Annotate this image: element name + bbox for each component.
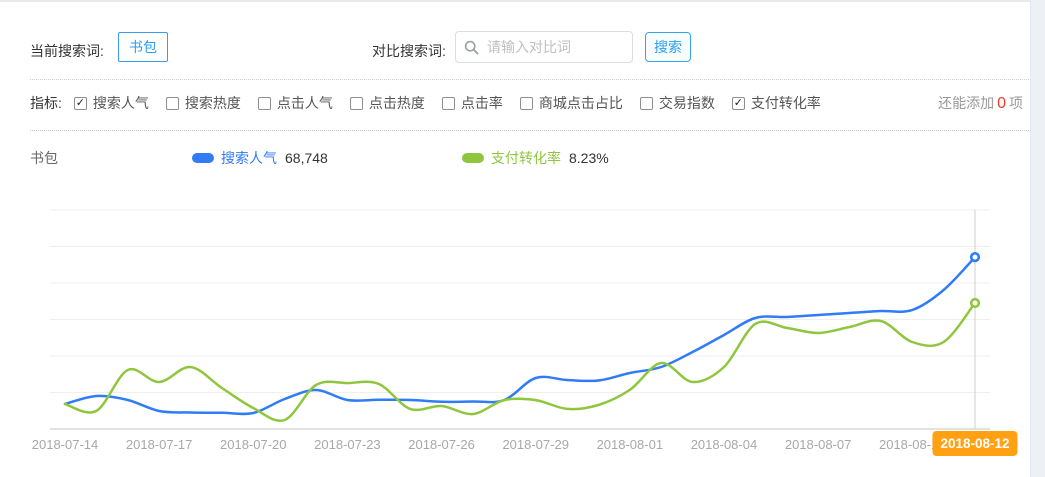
keyword-trend-analysis-page: 当前搜索词: 书包 对比搜索词: 搜索 指标: ✓ 搜索人气 搜索热度 点击人气 点击热… [0, 0, 1045, 477]
metrics-row: 指标: ✓ 搜索人气 搜索热度 点击人气 点击热度 点击率 商城点击占比 交易指数 ✓ 支付转化率… [30, 93, 1023, 113]
x-axis-label: 2018-07-17 [114, 437, 204, 452]
chart-canvas[interactable] [0, 190, 1045, 477]
legend-item-payment-conversion[interactable]: 支付转化率 8.23% [462, 148, 609, 168]
compare-input[interactable] [485, 38, 624, 56]
x-axis-label: 2018-08-07 [773, 437, 863, 452]
endpoint-marker [971, 299, 979, 307]
legend-name: 支付转化率 [491, 148, 561, 168]
metric-label: 交易指数 [659, 93, 715, 113]
compare-input-wrap[interactable] [455, 31, 633, 63]
metric-checkbox-item[interactable]: ✓ 搜索人气 [74, 93, 149, 113]
metric-label: 搜索热度 [185, 93, 241, 113]
checkbox-unchecked-icon[interactable] [258, 97, 271, 110]
x-axis-label: 2018-07-26 [397, 437, 487, 452]
page-background-strip [1030, 0, 1045, 477]
metric-label: 商城点击占比 [539, 93, 623, 113]
checkbox-checked-icon[interactable]: ✓ [74, 97, 87, 110]
axis-pointer-badge: 2018-08-12 [932, 431, 1017, 456]
current-search-label: 当前搜索词: [30, 41, 104, 61]
trend-chart[interactable]: 2018-07-14 2018-07-17 2018-07-20 2018-07-23… [0, 190, 1045, 477]
x-axis-label: 2018-07-23 [302, 437, 392, 452]
legend-name: 搜索人气 [221, 148, 277, 168]
metric-checkbox-item[interactable]: 交易指数 [640, 93, 715, 113]
metrics-label: 指标: [30, 93, 62, 113]
series-line-search-popularity [65, 257, 975, 414]
metric-label: 点击人气 [277, 93, 333, 113]
remaining-prefix: 还能添加 [938, 95, 994, 111]
metric-list: ✓ 搜索人气 搜索热度 点击人气 点击热度 点击率 商城点击占比 交易指数 ✓ 支付转化率 [74, 93, 821, 113]
dotted-divider [30, 130, 1029, 131]
metric-label: 搜索人气 [93, 93, 149, 113]
metric-label: 支付转化率 [751, 93, 821, 113]
dotted-divider [30, 79, 1029, 80]
checkbox-checked-icon[interactable]: ✓ [732, 97, 745, 110]
remaining-add-text: 还能添加0项 [938, 93, 1023, 113]
legend-item-search-popularity[interactable]: 搜索人气 68,748 [192, 148, 328, 168]
x-axis-label: 2018-07-29 [491, 437, 581, 452]
x-axis-label: 2018-07-20 [208, 437, 298, 452]
legend-value: 68,748 [285, 150, 328, 166]
legend-row: 书包 搜索人气 68,748 支付转化率 8.23% [0, 148, 1045, 168]
current-term-button[interactable]: 书包 [118, 32, 168, 62]
metric-checkbox-item[interactable]: 商城点击占比 [520, 93, 623, 113]
keyword-label: 书包 [30, 148, 58, 168]
x-axis-label: 2018-07-14 [20, 437, 110, 452]
legend-swatch [462, 153, 484, 163]
checkbox-unchecked-icon[interactable] [520, 97, 533, 110]
compare-search-label: 对比搜索词: [372, 41, 446, 61]
series-line-payment-conversion [65, 303, 975, 421]
remaining-suffix: 项 [1009, 95, 1023, 111]
search-icon [464, 40, 479, 55]
checkbox-unchecked-icon[interactable] [166, 97, 179, 110]
remaining-count: 0 [994, 95, 1009, 112]
metric-checkbox-item[interactable]: 搜索热度 [166, 93, 241, 113]
legend-value: 8.23% [569, 150, 609, 166]
metric-label: 点击热度 [369, 93, 425, 113]
checkbox-unchecked-icon[interactable] [350, 97, 363, 110]
endpoint-marker [971, 253, 979, 261]
metric-checkbox-item[interactable]: 点击热度 [350, 93, 425, 113]
metric-checkbox-item[interactable]: ✓ 支付转化率 [732, 93, 821, 113]
checkbox-unchecked-icon[interactable] [640, 97, 653, 110]
checkbox-unchecked-icon[interactable] [442, 97, 455, 110]
search-button[interactable]: 搜索 [645, 32, 691, 62]
x-axis-label: 2018-08-04 [679, 437, 769, 452]
x-axis-label: 2018-08-01 [585, 437, 675, 452]
metric-label: 点击率 [461, 93, 503, 113]
metric-checkbox-item[interactable]: 点击率 [442, 93, 503, 113]
legend-swatch [192, 153, 214, 163]
top-divider [0, 0, 1045, 2]
metric-checkbox-item[interactable]: 点击人气 [258, 93, 333, 113]
